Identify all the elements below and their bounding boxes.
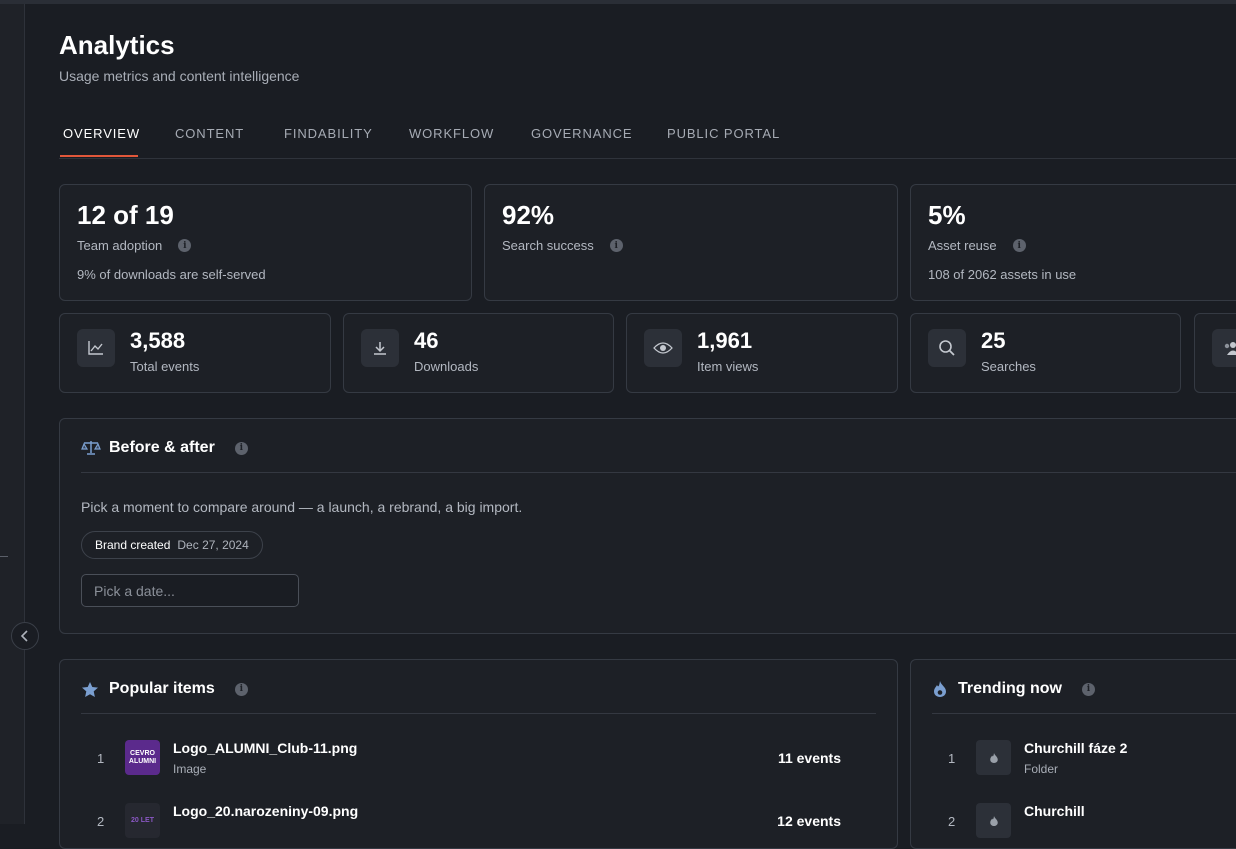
- item-name: Logo_ALUMNI_Club-11.png: [173, 740, 358, 756]
- download-icon: [361, 329, 399, 367]
- star-icon: [82, 681, 98, 697]
- page-title: Analytics: [59, 30, 175, 60]
- stat-value: 1,961: [697, 328, 753, 353]
- collapse-sidebar-button[interactable]: [11, 622, 39, 650]
- item-name: Churchill fáze 2: [1024, 740, 1128, 756]
- section-title: Trending now: [958, 680, 1062, 697]
- chip-label: Brand created: [95, 538, 171, 552]
- search-icon: [928, 329, 966, 367]
- list-item[interactable]: 1 CEVRO ALUMNI Logo_ALUMNI_Club-11.png I…: [81, 734, 897, 784]
- item-thumbnail: CEVRO ALUMNI: [125, 740, 160, 775]
- section-title: Before & after: [109, 439, 215, 456]
- item-name: Churchill: [1024, 803, 1085, 819]
- section-divider: [932, 713, 1236, 714]
- kpi-subtext: 9% of downloads are self-served: [77, 267, 266, 282]
- info-icon[interactable]: i: [178, 239, 192, 252]
- kpi-label-text: Asset reuse: [928, 238, 997, 253]
- info-icon[interactable]: i: [1082, 682, 1095, 696]
- sidebar: [0, 4, 25, 824]
- item-name: Logo_20.narozeniny-09.png: [173, 803, 359, 819]
- tab-workflow[interactable]: WORKFLOW: [409, 126, 494, 141]
- popular-items-section: Popular items i 1 CEVRO ALUMNI Logo_ALUM…: [59, 659, 898, 849]
- flame-icon: [976, 803, 1011, 838]
- brand-created-chip[interactable]: Brand created Dec 27, 2024: [81, 531, 263, 559]
- kpi-card-search-success: 92% Search success i: [484, 184, 898, 301]
- info-icon[interactable]: i: [234, 682, 248, 696]
- item-rank: 2: [97, 814, 105, 829]
- trending-now-section: Trending now i 1 Churchill fáze 2 Folder…: [910, 659, 1236, 849]
- list-item[interactable]: 1 Churchill fáze 2 Folder: [932, 734, 1236, 784]
- kpi-label: Asset reuse i: [928, 238, 1026, 253]
- stat-value: 46: [414, 328, 439, 353]
- section-header: Popular items i: [81, 680, 248, 698]
- item-type: Folder: [1024, 762, 1059, 776]
- kpi-label-text: Team adoption: [77, 238, 163, 253]
- chevron-left-icon: [20, 630, 28, 642]
- sidebar-divider: [0, 556, 8, 557]
- chip-date: Dec 27, 2024: [177, 538, 249, 552]
- eye-icon: [644, 329, 682, 367]
- flame-icon: [976, 740, 1011, 775]
- date-picker-input[interactable]: [81, 574, 299, 607]
- kpi-label-text: Search success: [502, 238, 594, 253]
- kpi-subtext: 108 of 2062 assets in use: [928, 267, 1077, 282]
- stat-value: 25: [981, 328, 1006, 353]
- item-thumbnail: 20 LET: [125, 803, 160, 838]
- kpi-label: Team adoption i: [77, 238, 192, 253]
- info-icon[interactable]: i: [234, 441, 248, 455]
- kpi-card-team-adoption: 12 of 19 Team adoption i 9% of downloads…: [59, 184, 472, 301]
- active-tab-indicator: [60, 155, 138, 157]
- section-divider: [81, 472, 1236, 473]
- stat-card-searches: 25 Searches: [910, 313, 1181, 393]
- item-rank: 1: [97, 751, 105, 766]
- item-events: 11 events: [777, 750, 841, 766]
- list-item[interactable]: 2 20 LET Logo_20.narozeniny-09.png 12 ev…: [81, 797, 897, 847]
- tab-overview[interactable]: OVERVIEW: [63, 126, 140, 141]
- trend-chart-icon: [77, 329, 115, 367]
- tab-bar: OVERVIEW CONTENT FINDABILITY WORKFLOW GO…: [59, 118, 1236, 159]
- kpi-card-asset-reuse: 5% Asset reuse i 108 of 2062 assets in u…: [910, 184, 1236, 301]
- section-divider: [81, 713, 876, 714]
- users-icon: [1212, 329, 1236, 367]
- top-bar: [0, 0, 1236, 4]
- tab-governance[interactable]: GOVERNANCE: [531, 126, 632, 141]
- kpi-value: 5%: [928, 200, 966, 230]
- flame-icon: [934, 681, 946, 697]
- stat-value: 3,588: [130, 328, 186, 353]
- page-subtitle: Usage metrics and content intelligence: [59, 68, 300, 84]
- item-rank: 2: [948, 814, 956, 829]
- tab-findability[interactable]: FINDABILITY: [284, 126, 373, 141]
- stat-card-item-views: 1,961 Item views: [626, 313, 898, 393]
- before-after-section: Before & after i Pick a moment to compar…: [59, 418, 1236, 634]
- tab-content[interactable]: CONTENT: [175, 126, 244, 141]
- stat-label: Item views: [697, 359, 759, 374]
- info-icon[interactable]: i: [1012, 239, 1026, 252]
- list-item[interactable]: 2 Churchill: [932, 797, 1236, 847]
- kpi-value: 12 of 19: [77, 200, 174, 230]
- scale-icon: [81, 441, 101, 455]
- before-after-description: Pick a moment to compare around — a laun…: [81, 499, 523, 515]
- section-header: Before & after i: [81, 439, 248, 457]
- tab-public-portal[interactable]: PUBLIC PORTAL: [667, 126, 780, 141]
- kpi-label: Search success i: [502, 238, 623, 253]
- section-header: Trending now i: [932, 680, 1095, 698]
- item-rank: 1: [948, 751, 956, 766]
- stat-card-total-events: 3,588 Total events: [59, 313, 331, 393]
- item-type: Image: [173, 762, 207, 776]
- stat-card-downloads: 46 Downloads: [343, 313, 614, 393]
- kpi-value: 92%: [502, 200, 555, 230]
- stat-label: Total events: [130, 359, 200, 374]
- stat-label: Downloads: [414, 359, 479, 374]
- section-title: Popular items: [109, 680, 215, 697]
- stat-label: Searches: [981, 359, 1036, 374]
- stat-card-users-partial: [1194, 313, 1236, 393]
- item-events: 12 events: [777, 813, 841, 829]
- info-icon[interactable]: i: [609, 239, 623, 252]
